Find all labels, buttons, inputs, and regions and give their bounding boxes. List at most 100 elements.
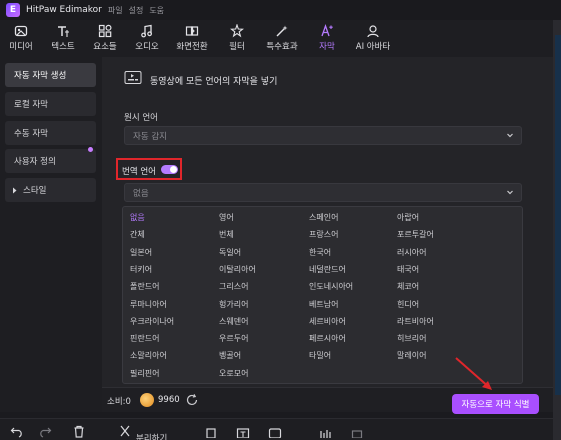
language-option[interactable]: 한국어: [309, 247, 331, 258]
tool-effects[interactable]: 특수효과: [258, 20, 306, 57]
menu-help[interactable]: 도움: [149, 5, 164, 16]
coin-balance: 9960: [158, 395, 180, 405]
panel-banner: 동영상에 모든 언어의 자막을 넣기: [150, 77, 278, 87]
language-option[interactable]: 폴란드어: [130, 281, 159, 292]
preview-edge: [553, 20, 561, 440]
language-option[interactable]: 간체: [130, 229, 145, 240]
tool-label: AI 아바타: [355, 42, 391, 52]
language-option[interactable]: 프랑스어: [309, 229, 338, 240]
title-bar: E HitPaw Edimakor 파일 설정 도움: [0, 0, 561, 20]
chevron-down-icon: [507, 133, 513, 138]
language-option[interactable]: 페르시아어: [309, 333, 346, 344]
undo-icon[interactable]: [10, 424, 24, 438]
language-option[interactable]: 타밀어: [309, 350, 331, 361]
ai-icon[interactable]: [268, 424, 282, 438]
trash-icon[interactable]: [72, 424, 86, 438]
language-option[interactable]: 세르비아어: [309, 316, 346, 327]
tool-label: 오디오: [135, 42, 159, 52]
audio-detach-icon[interactable]: [318, 424, 332, 438]
language-option[interactable]: 루마니아어: [130, 299, 167, 310]
tool-ai-avatar[interactable]: AI 아바타: [348, 20, 398, 57]
language-option[interactable]: 우크라이나어: [130, 316, 174, 327]
tool-audio[interactable]: 오디오: [126, 20, 168, 57]
text-icon: [53, 23, 73, 39]
preview-area: [555, 35, 561, 395]
language-option[interactable]: 헝가리어: [219, 299, 248, 310]
tool-media[interactable]: 미디어: [0, 20, 42, 57]
language-option[interactable]: 벵골어: [219, 350, 241, 361]
language-option[interactable]: 소말리아어: [130, 350, 167, 361]
language-option[interactable]: 없음: [130, 212, 145, 223]
tool-text[interactable]: 텍스트: [42, 20, 84, 57]
language-option[interactable]: 터키어: [130, 264, 152, 275]
language-option[interactable]: 번체: [219, 229, 234, 240]
tool-label: 미디어: [9, 42, 33, 52]
tool-filter[interactable]: 필터: [216, 20, 258, 57]
split-label[interactable]: 분리하기: [136, 432, 167, 440]
sidebar-item-manual-subtitle[interactable]: 수동 자막: [5, 121, 96, 145]
menu-settings[interactable]: 설정: [129, 5, 144, 16]
translate-language-select[interactable]: 없음: [124, 183, 522, 202]
translate-language-label: 번역 언어: [122, 167, 156, 177]
tool-label: 자막: [319, 42, 335, 52]
language-option[interactable]: 아랍어: [397, 212, 419, 223]
elements-icon: [95, 23, 115, 39]
language-option[interactable]: 오로모어: [219, 368, 248, 379]
sidebar-item-auto-subtitle[interactable]: 자동 자막 생성: [5, 63, 96, 87]
transition-icon: [182, 23, 202, 39]
tool-label: 요소들: [93, 42, 117, 52]
sidebar-item-custom[interactable]: 사용자 정의: [5, 147, 96, 173]
sidebar-item-label: 로컬 자막: [14, 100, 48, 110]
language-option[interactable]: 러시아어: [397, 247, 426, 258]
translate-toggle[interactable]: [161, 165, 178, 174]
auto-subtitle-button[interactable]: 자동으로 자막 식별: [452, 394, 539, 414]
app-title: HitPaw Edimakor: [26, 5, 102, 15]
subtitle-sidebar: 자동 자막 생성 로컬 자막 수동 자막 사용자 정의 스타일: [0, 57, 102, 412]
language-option[interactable]: 힌디어: [397, 299, 419, 310]
redo-icon[interactable]: [38, 424, 52, 438]
media-icon: [11, 23, 31, 39]
main-toolbar: 미디어 텍스트 요소들 오디오 화면전환 필터 특수효과 자막 AI 아바타: [0, 20, 553, 57]
language-option[interactable]: 일본어: [130, 247, 152, 258]
language-option[interactable]: 그리스어: [219, 281, 248, 292]
language-option[interactable]: 핀란드어: [130, 333, 159, 344]
tool-label: 특수효과: [266, 42, 298, 52]
tool-label: 텍스트: [51, 42, 75, 52]
language-option[interactable]: 스페인어: [309, 212, 338, 223]
tool-subtitle[interactable]: 자막: [306, 20, 348, 57]
language-option[interactable]: 말레이어: [397, 350, 426, 361]
sidebar-item-label: 수동 자막: [14, 129, 48, 139]
text-box-icon[interactable]: [236, 424, 250, 438]
tool-elements[interactable]: 요소들: [84, 20, 126, 57]
language-option[interactable]: 네덜란드어: [309, 264, 346, 275]
language-option[interactable]: 태국어: [397, 264, 419, 275]
tool-transition[interactable]: 화면전환: [168, 20, 216, 57]
sidebar-item-local-subtitle[interactable]: 로컬 자막: [5, 92, 96, 116]
menu-file[interactable]: 파일: [108, 5, 123, 16]
new-badge-dot: [88, 147, 93, 152]
language-option[interactable]: 이탈리아어: [219, 264, 256, 275]
language-option[interactable]: 포르투갈어: [397, 229, 434, 240]
language-option[interactable]: 베트남어: [309, 299, 338, 310]
language-option[interactable]: 스웨덴어: [219, 316, 248, 327]
avatar-icon: [363, 23, 383, 39]
sidebar-item-style[interactable]: 스타일: [5, 178, 96, 202]
effects-icon: [272, 23, 292, 39]
document-icon[interactable]: [204, 424, 218, 438]
split-icon[interactable]: [118, 424, 132, 438]
refresh-icon[interactable]: [185, 393, 199, 407]
language-option[interactable]: 인도네시아어: [309, 281, 353, 292]
filter-icon: [227, 23, 247, 39]
language-option[interactable]: 우르두어: [219, 333, 248, 344]
language-option[interactable]: 히브리어: [397, 333, 426, 344]
source-language-label: 원시 언어: [124, 113, 158, 123]
lock-icon[interactable]: [350, 424, 364, 438]
subtitle-icon: [317, 23, 337, 39]
menu-bar: 파일 설정 도움: [108, 5, 164, 16]
language-option[interactable]: 영어: [219, 212, 234, 223]
language-option[interactable]: 라트비아어: [397, 316, 434, 327]
source-language-select[interactable]: 자동 감지: [124, 126, 522, 145]
language-option[interactable]: 체코어: [397, 281, 419, 292]
language-option[interactable]: 필리핀어: [130, 368, 159, 379]
language-option[interactable]: 독일어: [219, 247, 241, 258]
